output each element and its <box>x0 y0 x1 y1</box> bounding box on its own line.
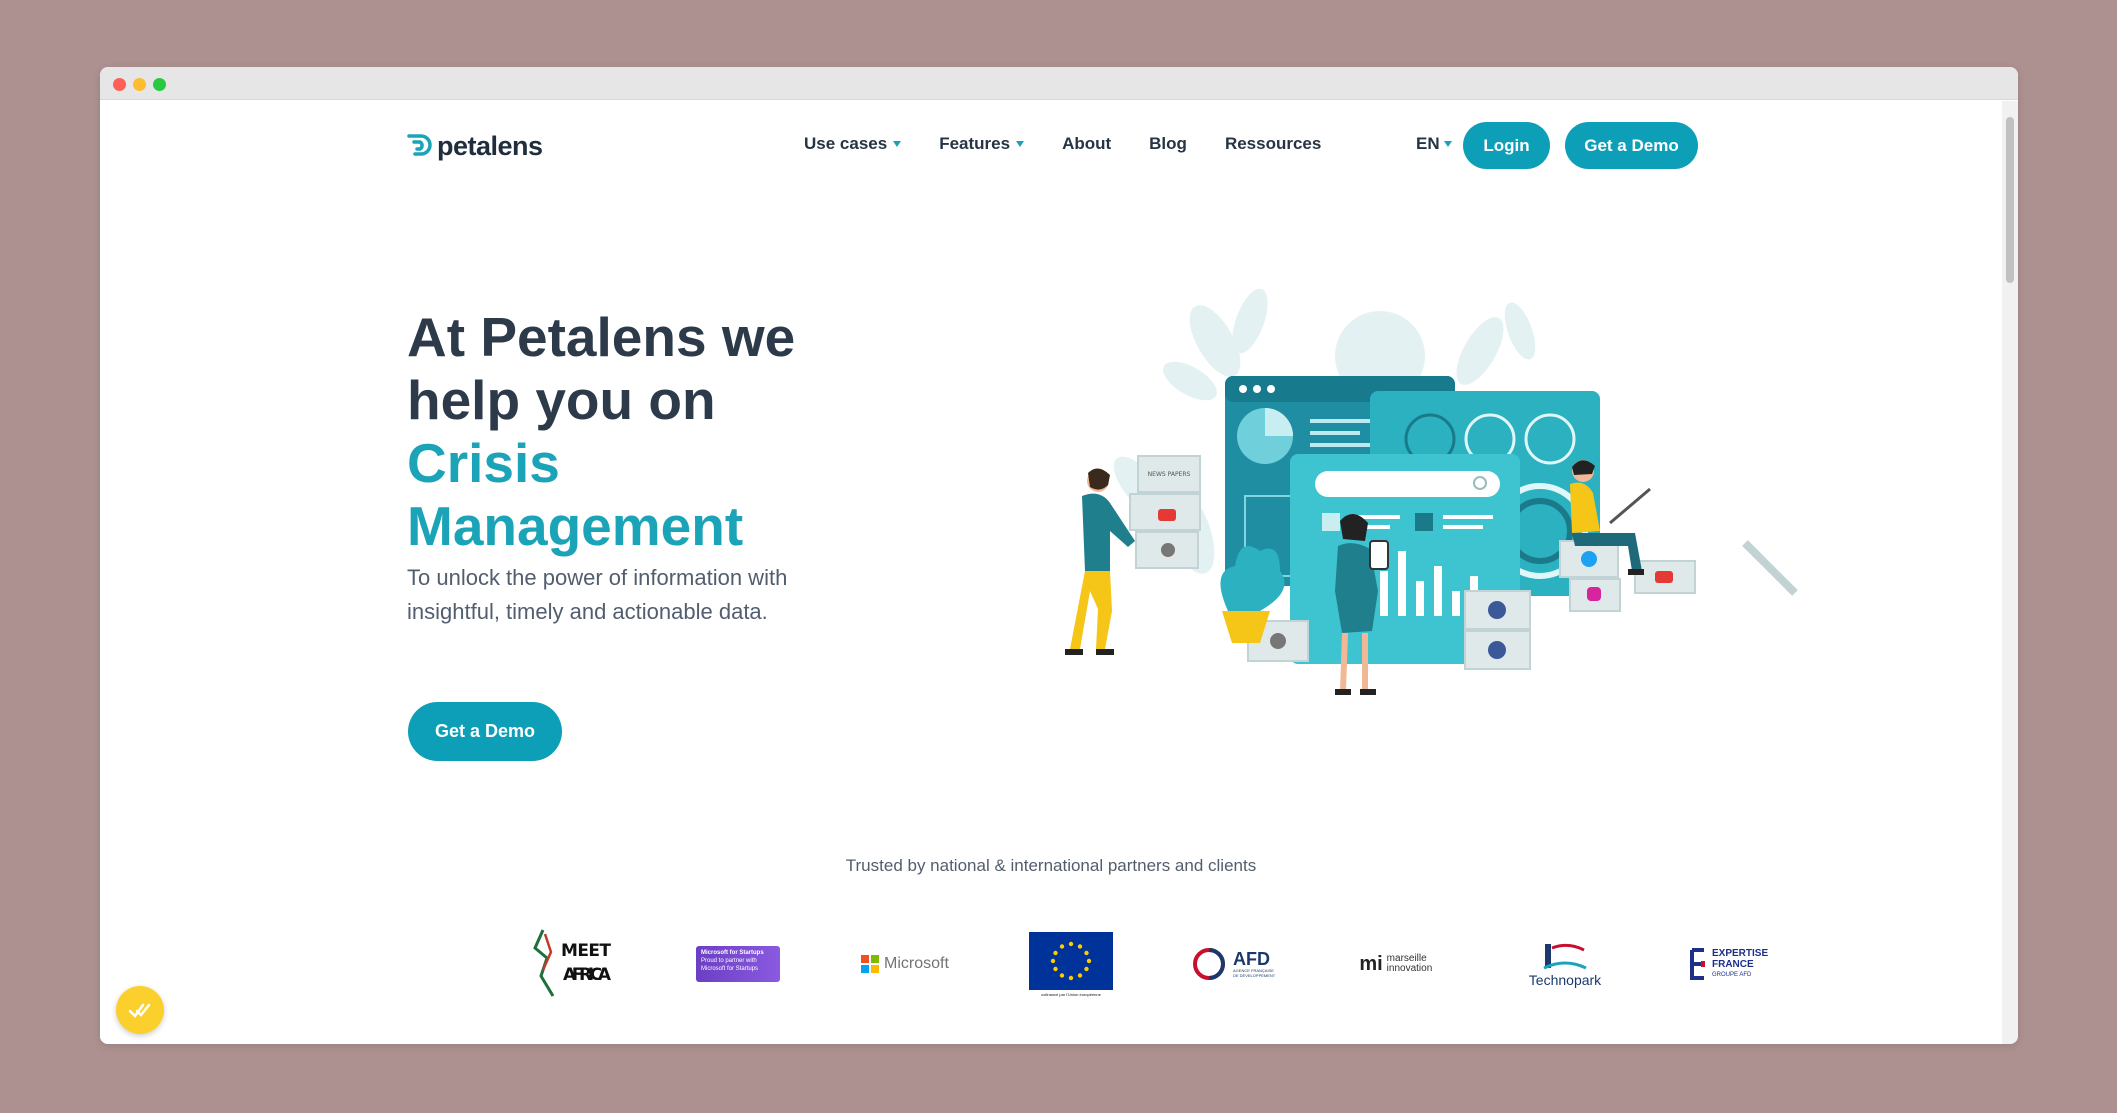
expertise-france-logo-caption: GROUPE AFD <box>1712 971 1752 978</box>
meet-africa-text-top: MEET <box>561 941 611 961</box>
nav-item-ressources[interactable]: Ressources <box>1225 134 1321 154</box>
nav-item-blog[interactable]: Blog <box>1149 134 1187 154</box>
partner-expertise-france-logo[interactable]: EXPERTISE FRANCE GROUPE AFD <box>1685 924 1785 1004</box>
hero-subtitle: To unlock the power of information with … <box>407 565 788 624</box>
technopark-logo-icon <box>1543 943 1587 970</box>
chat-widget-button[interactable] <box>116 986 164 1034</box>
browser-window: petalens Use cases Features About Blog R… <box>100 67 2018 1044</box>
nav-item-use-cases[interactable]: Use cases <box>804 134 902 154</box>
nav-item-about[interactable]: About <box>1062 134 1111 154</box>
main-nav: Use cases Features About Blog Ressources <box>804 134 1359 154</box>
language-selector[interactable]: EN <box>1416 134 1452 154</box>
partner-marseille-innovation-logo[interactable]: mi marseille innovation <box>1355 924 1445 1004</box>
petalens-logo-icon <box>407 134 432 156</box>
scrollbar-thumb[interactable] <box>2006 117 2014 283</box>
logo[interactable]: petalens <box>405 130 543 162</box>
web-page: petalens Use cases Features About Blog R… <box>100 101 2002 1044</box>
get-demo-hero-button[interactable]: Get a Demo <box>408 702 562 761</box>
partner-logos: MEET AFRICA Microsoft for Startups Proud… <box>420 924 1768 1004</box>
hero-title-main: At Petalens we help you on <box>407 306 796 431</box>
hero-title-accent: Crisis Management <box>407 432 744 557</box>
hero-illustration: NEWS PAPERS <box>1065 288 1798 695</box>
partner-afd-logo[interactable]: AFD AGENCE FRANÇAISE DE DÉVELOPPEMENT <box>1190 924 1280 1004</box>
partner-eu-logo[interactable]: cofinancé par l'Union européenne <box>1027 924 1115 1004</box>
window-titlebar <box>100 67 2018 100</box>
close-window-button[interactable] <box>113 78 126 91</box>
caret-down-icon <box>1016 141 1025 147</box>
marseille-innovation-mark: mi <box>1359 952 1383 975</box>
partner-microsoft-startups-logo[interactable]: Microsoft for Startups Proud to partner … <box>695 924 781 1004</box>
meet-africa-text-bottom: AFRICA <box>563 965 612 985</box>
get-demo-nav-button[interactable]: Get a Demo <box>1565 122 1698 169</box>
caret-down-icon <box>1443 141 1452 147</box>
logo-text: petalens <box>437 130 543 161</box>
nav-item-label: Features <box>939 134 1011 153</box>
afd-logo-text: AFD <box>1233 949 1270 969</box>
microsoft-logo-icon <box>861 955 880 973</box>
page-scrollbar[interactable] <box>2002 101 2018 1044</box>
hero-title: At Petalens we help you on Crisis Manage… <box>407 306 887 558</box>
minimize-window-button[interactable] <box>133 78 146 91</box>
partners-heading: Trusted by national & international part… <box>845 856 1257 875</box>
expertise-france-logo-icon <box>1690 948 1705 980</box>
caret-down-icon <box>893 141 902 147</box>
nav-item-label: Use cases <box>804 134 888 153</box>
microsoft-logo-text: Microsoft <box>884 955 949 972</box>
afd-logo-caption: AGENCE FRANÇAISE DE DÉVELOPPEMENT <box>1233 968 1276 978</box>
ms-startups-badge-text: Proud to partner with Microsoft for Star… <box>701 958 759 972</box>
expertise-france-logo-text: EXPERTISE FRANCE <box>1712 947 1769 970</box>
technopark-logo-text: Technopark <box>1528 972 1602 988</box>
eu-flag-icon <box>1029 931 1113 990</box>
afd-logo-icon <box>1193 948 1225 980</box>
newspapers-box-label: NEWS PAPERS <box>1148 471 1191 478</box>
eu-logo-caption: cofinancé par l'Union européenne <box>1041 991 1101 997</box>
partner-microsoft-logo[interactable]: Microsoft <box>860 924 950 1004</box>
maximize-window-button[interactable] <box>153 78 166 91</box>
nav-item-label: About <box>1062 134 1112 153</box>
partner-meet-africa-logo[interactable]: MEET AFRICA <box>530 924 620 1004</box>
marseille-innovation-text: marseille innovation <box>1386 953 1433 974</box>
checkmarks-icon <box>128 1003 151 1018</box>
nav-item-features[interactable]: Features <box>939 134 1025 154</box>
ms-startups-badge-name: Microsoft for Startups <box>701 950 764 956</box>
login-button[interactable]: Login <box>1463 122 1550 169</box>
person-left <box>1065 468 1135 655</box>
language-label: EN <box>1416 134 1440 153</box>
partner-technopark-logo[interactable]: Technopark <box>1520 924 1610 1004</box>
meet-africa-logo-icon: MEET AFRICA <box>533 929 612 997</box>
nav-item-label: Ressources <box>1224 134 1322 153</box>
nav-item-label: Blog <box>1149 134 1187 153</box>
